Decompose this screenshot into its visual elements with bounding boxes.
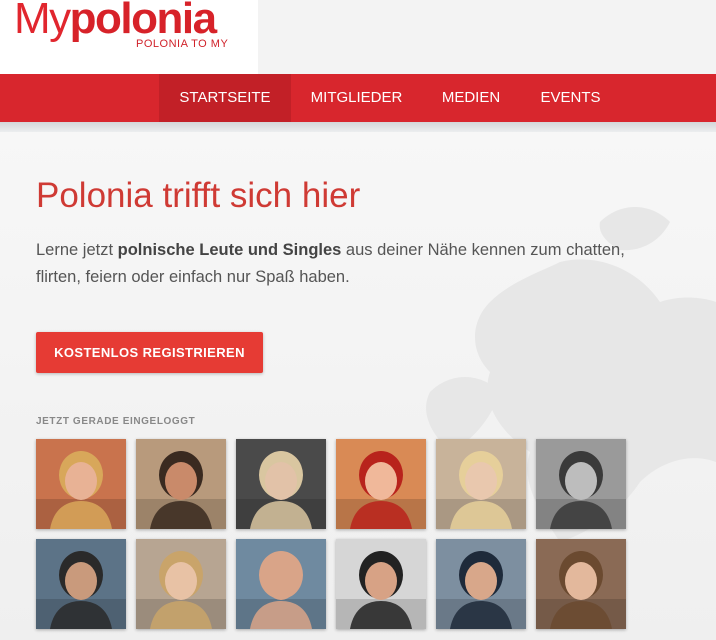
logo-prefix: My (14, 0, 71, 43)
member-avatar[interactable] (236, 539, 326, 629)
nav-item-mitglieder[interactable]: MITGLIEDER (291, 74, 422, 122)
hero-intro: Lerne jetzt polnische Leute und Singles … (36, 237, 636, 291)
nav-item-medien[interactable]: MEDIEN (422, 74, 520, 122)
register-button[interactable]: KOSTENLOS REGISTRIEREN (36, 332, 263, 373)
member-avatar[interactable] (36, 439, 126, 529)
member-avatar[interactable] (136, 539, 226, 629)
hero-section: Polonia trifft sich hier Lerne jetzt pol… (0, 132, 716, 640)
logo-tagline: POLONIA TO MY (136, 38, 229, 50)
member-avatar[interactable] (236, 439, 326, 529)
member-avatar[interactable] (436, 539, 526, 629)
nav-item-events[interactable]: EVENTS (520, 74, 621, 122)
member-avatar[interactable] (136, 439, 226, 529)
member-avatar[interactable] (536, 439, 626, 529)
hero-title: Polonia trifft sich hier (36, 176, 361, 215)
intro-highlight: polnische Leute und Singles (117, 241, 342, 259)
main-navigation: STARTSEITE MITGLIEDER MEDIEN EVENTS (0, 74, 716, 122)
member-avatar[interactable] (536, 539, 626, 629)
intro-text-start: Lerne jetzt (36, 241, 118, 259)
site-logo[interactable]: Mypolonia POLONIA TO MY (0, 0, 258, 74)
header-bar: Mypolonia POLONIA TO MY (0, 0, 716, 74)
member-avatar[interactable] (336, 539, 426, 629)
member-avatar[interactable] (36, 539, 126, 629)
nav-item-startseite[interactable]: STARTSEITE (159, 74, 291, 122)
online-members-label: JETZT GERADE EINGELOGGT (36, 416, 196, 427)
member-avatar[interactable] (436, 439, 526, 529)
logo-name: polonia (69, 0, 217, 43)
nav-shadow (0, 122, 716, 132)
member-avatar[interactable] (336, 439, 426, 529)
